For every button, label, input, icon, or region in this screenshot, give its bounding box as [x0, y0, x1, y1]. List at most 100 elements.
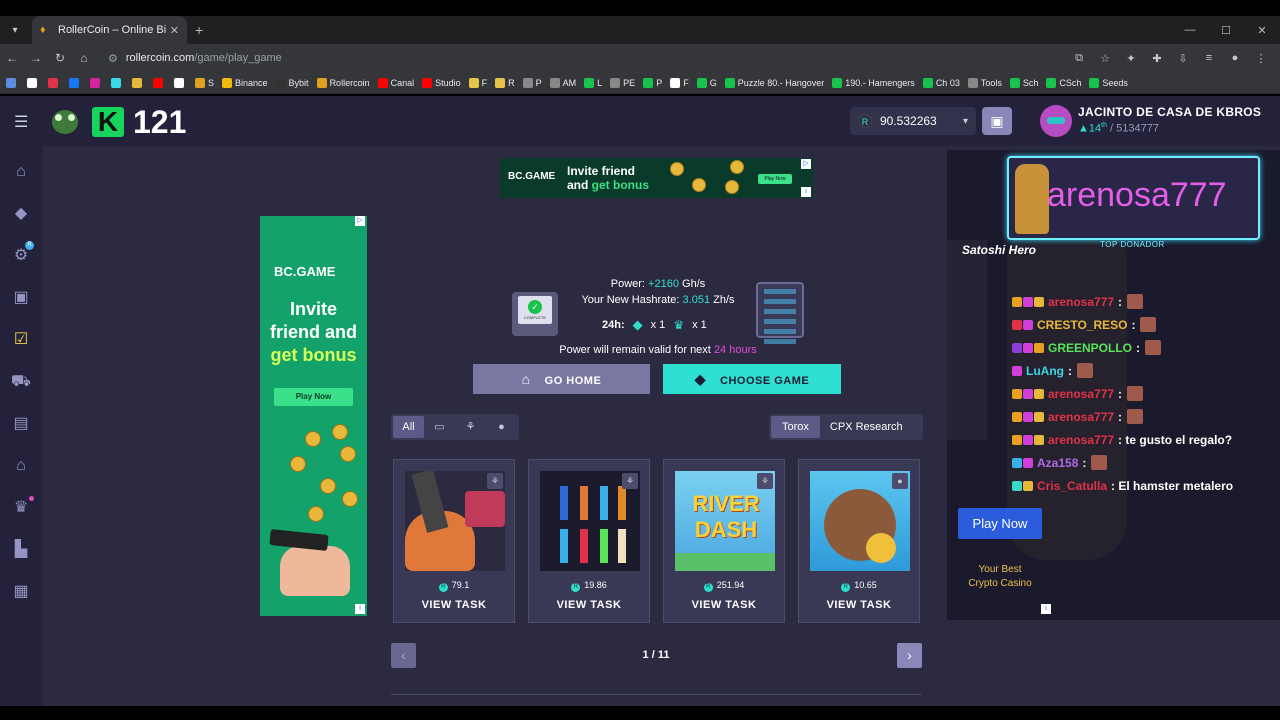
filter-android-icon[interactable]: ⚘ [455, 416, 486, 438]
provider-cpx-research[interactable]: CPX Research [820, 416, 913, 438]
username[interactable]: JACINTO DE CASA DE KBROS [1078, 105, 1261, 119]
ad-info-icon[interactable]: i [801, 187, 811, 197]
tab-search-icon[interactable]: ▾ [4, 19, 26, 41]
events-icon[interactable]: ▣ [10, 287, 32, 309]
bookmark-item[interactable]: Canal [377, 77, 414, 88]
bookmark-item[interactable]: L [584, 77, 602, 88]
task-card[interactable]: ⚘ R 19.86 VIEW TASK [528, 459, 650, 623]
task-card[interactable]: ⚘ R 79.1 VIEW TASK [393, 459, 515, 623]
filter-all[interactable]: All [393, 416, 424, 438]
menu-kebab-icon[interactable]: ⋮ [1250, 52, 1272, 65]
store-icon[interactable]: ⌂ [10, 455, 32, 477]
install-icon[interactable]: ⧉ [1068, 52, 1090, 65]
chat-username[interactable]: arenosa777 [1048, 295, 1114, 309]
bookmark-item[interactable]: P [643, 77, 662, 88]
task-card[interactable]: RIVER DASH ⚘ R 251.94 VIEW TASK [663, 459, 785, 623]
profile-icon[interactable]: ● [1224, 52, 1246, 65]
bookmark-item[interactable]: Sch [1009, 77, 1038, 88]
reload-icon[interactable]: ↻ [48, 51, 72, 65]
wallet-button[interactable]: ▣ [982, 107, 1012, 135]
provider-torox[interactable]: Torox [771, 416, 820, 438]
bookmark-icon-8[interactable] [174, 77, 187, 88]
bookmark-icon-4[interactable] [90, 77, 103, 88]
factory-icon[interactable]: ▙ [10, 539, 32, 561]
user-avatar[interactable] [1040, 105, 1072, 137]
chat-username[interactable]: Cris_Catulla [1037, 479, 1107, 493]
bookmark-item[interactable]: AM [549, 77, 576, 88]
bookmark-item[interactable]: Ch 03 [922, 77, 960, 88]
view-task-button[interactable]: VIEW TASK [799, 599, 919, 611]
casino-play-now-button[interactable]: Play Now [958, 508, 1042, 539]
chat-username[interactable]: CRESTO_RESO [1037, 318, 1127, 332]
bookmark-icon-1[interactable] [27, 77, 40, 88]
bookmark-item[interactable]: P [522, 77, 542, 88]
bookmark-item[interactable]: R [495, 77, 515, 88]
view-task-button[interactable]: VIEW TASK [394, 599, 514, 611]
bookmark-item[interactable]: Tools [967, 77, 1002, 88]
bookmark-star-icon[interactable]: ☆ [1094, 52, 1116, 65]
ad-play-button[interactable]: Play Now [758, 174, 792, 184]
home-icon[interactable]: ⌂ [10, 161, 32, 183]
trophy-icon[interactable]: ♛ [10, 496, 34, 519]
bookmark-icon-3[interactable] [69, 77, 82, 88]
ad-choices-icon[interactable]: ▷ [801, 159, 811, 169]
chat-username[interactable]: arenosa777 [1048, 433, 1114, 447]
choose-game-button[interactable]: ◆ CHOOSE GAME [663, 364, 841, 394]
bookmark-icon-7[interactable] [153, 77, 166, 88]
chat-username[interactable]: arenosa777 [1048, 387, 1114, 401]
cart-icon[interactable]: ⛟ [10, 371, 32, 393]
ad-info-icon[interactable]: i [1041, 604, 1051, 614]
bookmark-item[interactable]: F [468, 77, 487, 88]
go-home-button[interactable]: ⌂ GO HOME [473, 364, 650, 394]
browser-tab-active[interactable]: ♦ RollerCoin – Online Bitcoin Mi ✕ [32, 16, 187, 44]
balance-dropdown[interactable]: R 90.532263 ▾ [850, 107, 976, 135]
chat-username[interactable]: LuAng [1026, 364, 1064, 378]
bookmark-item[interactable]: S [195, 77, 214, 88]
bookmark-item[interactable]: G [696, 77, 717, 88]
extensions-puzzle-icon[interactable]: ✚ [1146, 52, 1168, 65]
download-icon[interactable]: ⇩ [1172, 52, 1194, 65]
filter-apple-icon[interactable]: ● [486, 416, 517, 438]
ad-banner-left[interactable]: ▷ BC.GAME Invite friend and get bonus Pl… [260, 216, 367, 616]
bookmark-item[interactable]: F [670, 77, 689, 88]
maximize-icon[interactable]: ☐ [1208, 24, 1244, 37]
site-info-icon[interactable]: ⚙ [108, 52, 118, 65]
bookmark-icon-6[interactable] [132, 77, 145, 88]
close-window-icon[interactable]: ✕ [1244, 24, 1280, 37]
bookmark-item[interactable]: Puzzle 80.- Hangover [724, 77, 824, 88]
bookmark-item[interactable]: Seeds [1089, 77, 1128, 88]
ad-choices-icon[interactable]: ▷ [355, 216, 365, 226]
bookmark-icon-5[interactable] [111, 77, 124, 88]
gamepad-icon[interactable]: ◆ [10, 203, 32, 225]
chat-username[interactable]: GREENPOLLO [1048, 341, 1132, 355]
ad-play-button[interactable]: Play Now [274, 388, 353, 406]
bookmark-apps[interactable] [6, 77, 19, 88]
bookmark-item[interactable]: PE [610, 77, 635, 88]
marketplace-icon[interactable]: ▤ [10, 413, 32, 435]
rewards-icon[interactable]: ⚙ R [10, 241, 34, 267]
prev-page-button[interactable]: ‹ [391, 643, 416, 668]
chat-username[interactable]: Aza158 [1037, 456, 1078, 470]
extension-icon[interactable]: ✦ [1120, 52, 1142, 65]
bookmark-item[interactable]: Studio [422, 77, 461, 88]
bookmark-item[interactable]: Binance [222, 77, 268, 88]
close-tab-icon[interactable]: ✕ [170, 24, 179, 37]
bookmark-item[interactable]: 190.- Hamengers [832, 77, 915, 88]
bookmark-item[interactable]: CSch [1046, 77, 1081, 88]
home-icon[interactable]: ⌂ [72, 51, 96, 65]
bookmark-item[interactable]: Rollercoin [316, 77, 370, 88]
news-icon[interactable]: ▦ [10, 581, 32, 603]
address-bar[interactable]: ⚙ rollercoin.com/game/play_game [102, 47, 1052, 69]
bookmark-icon-2[interactable] [48, 77, 61, 88]
view-task-button[interactable]: VIEW TASK [664, 599, 784, 611]
forward-icon[interactable]: → [24, 51, 48, 65]
minimize-icon[interactable]: — [1172, 24, 1208, 36]
next-page-button[interactable]: › [897, 643, 922, 668]
view-task-button[interactable]: VIEW TASK [529, 599, 649, 611]
media-icon[interactable]: ≡ [1198, 52, 1220, 65]
task-card[interactable]: ● R 10.65 VIEW TASK [798, 459, 920, 623]
tasks-icon[interactable]: ☑ [10, 329, 32, 351]
chat-username[interactable]: arenosa777 [1048, 410, 1114, 424]
filter-desktop-icon[interactable]: ▭ [424, 416, 455, 438]
ad-info-icon[interactable]: i [355, 604, 365, 614]
